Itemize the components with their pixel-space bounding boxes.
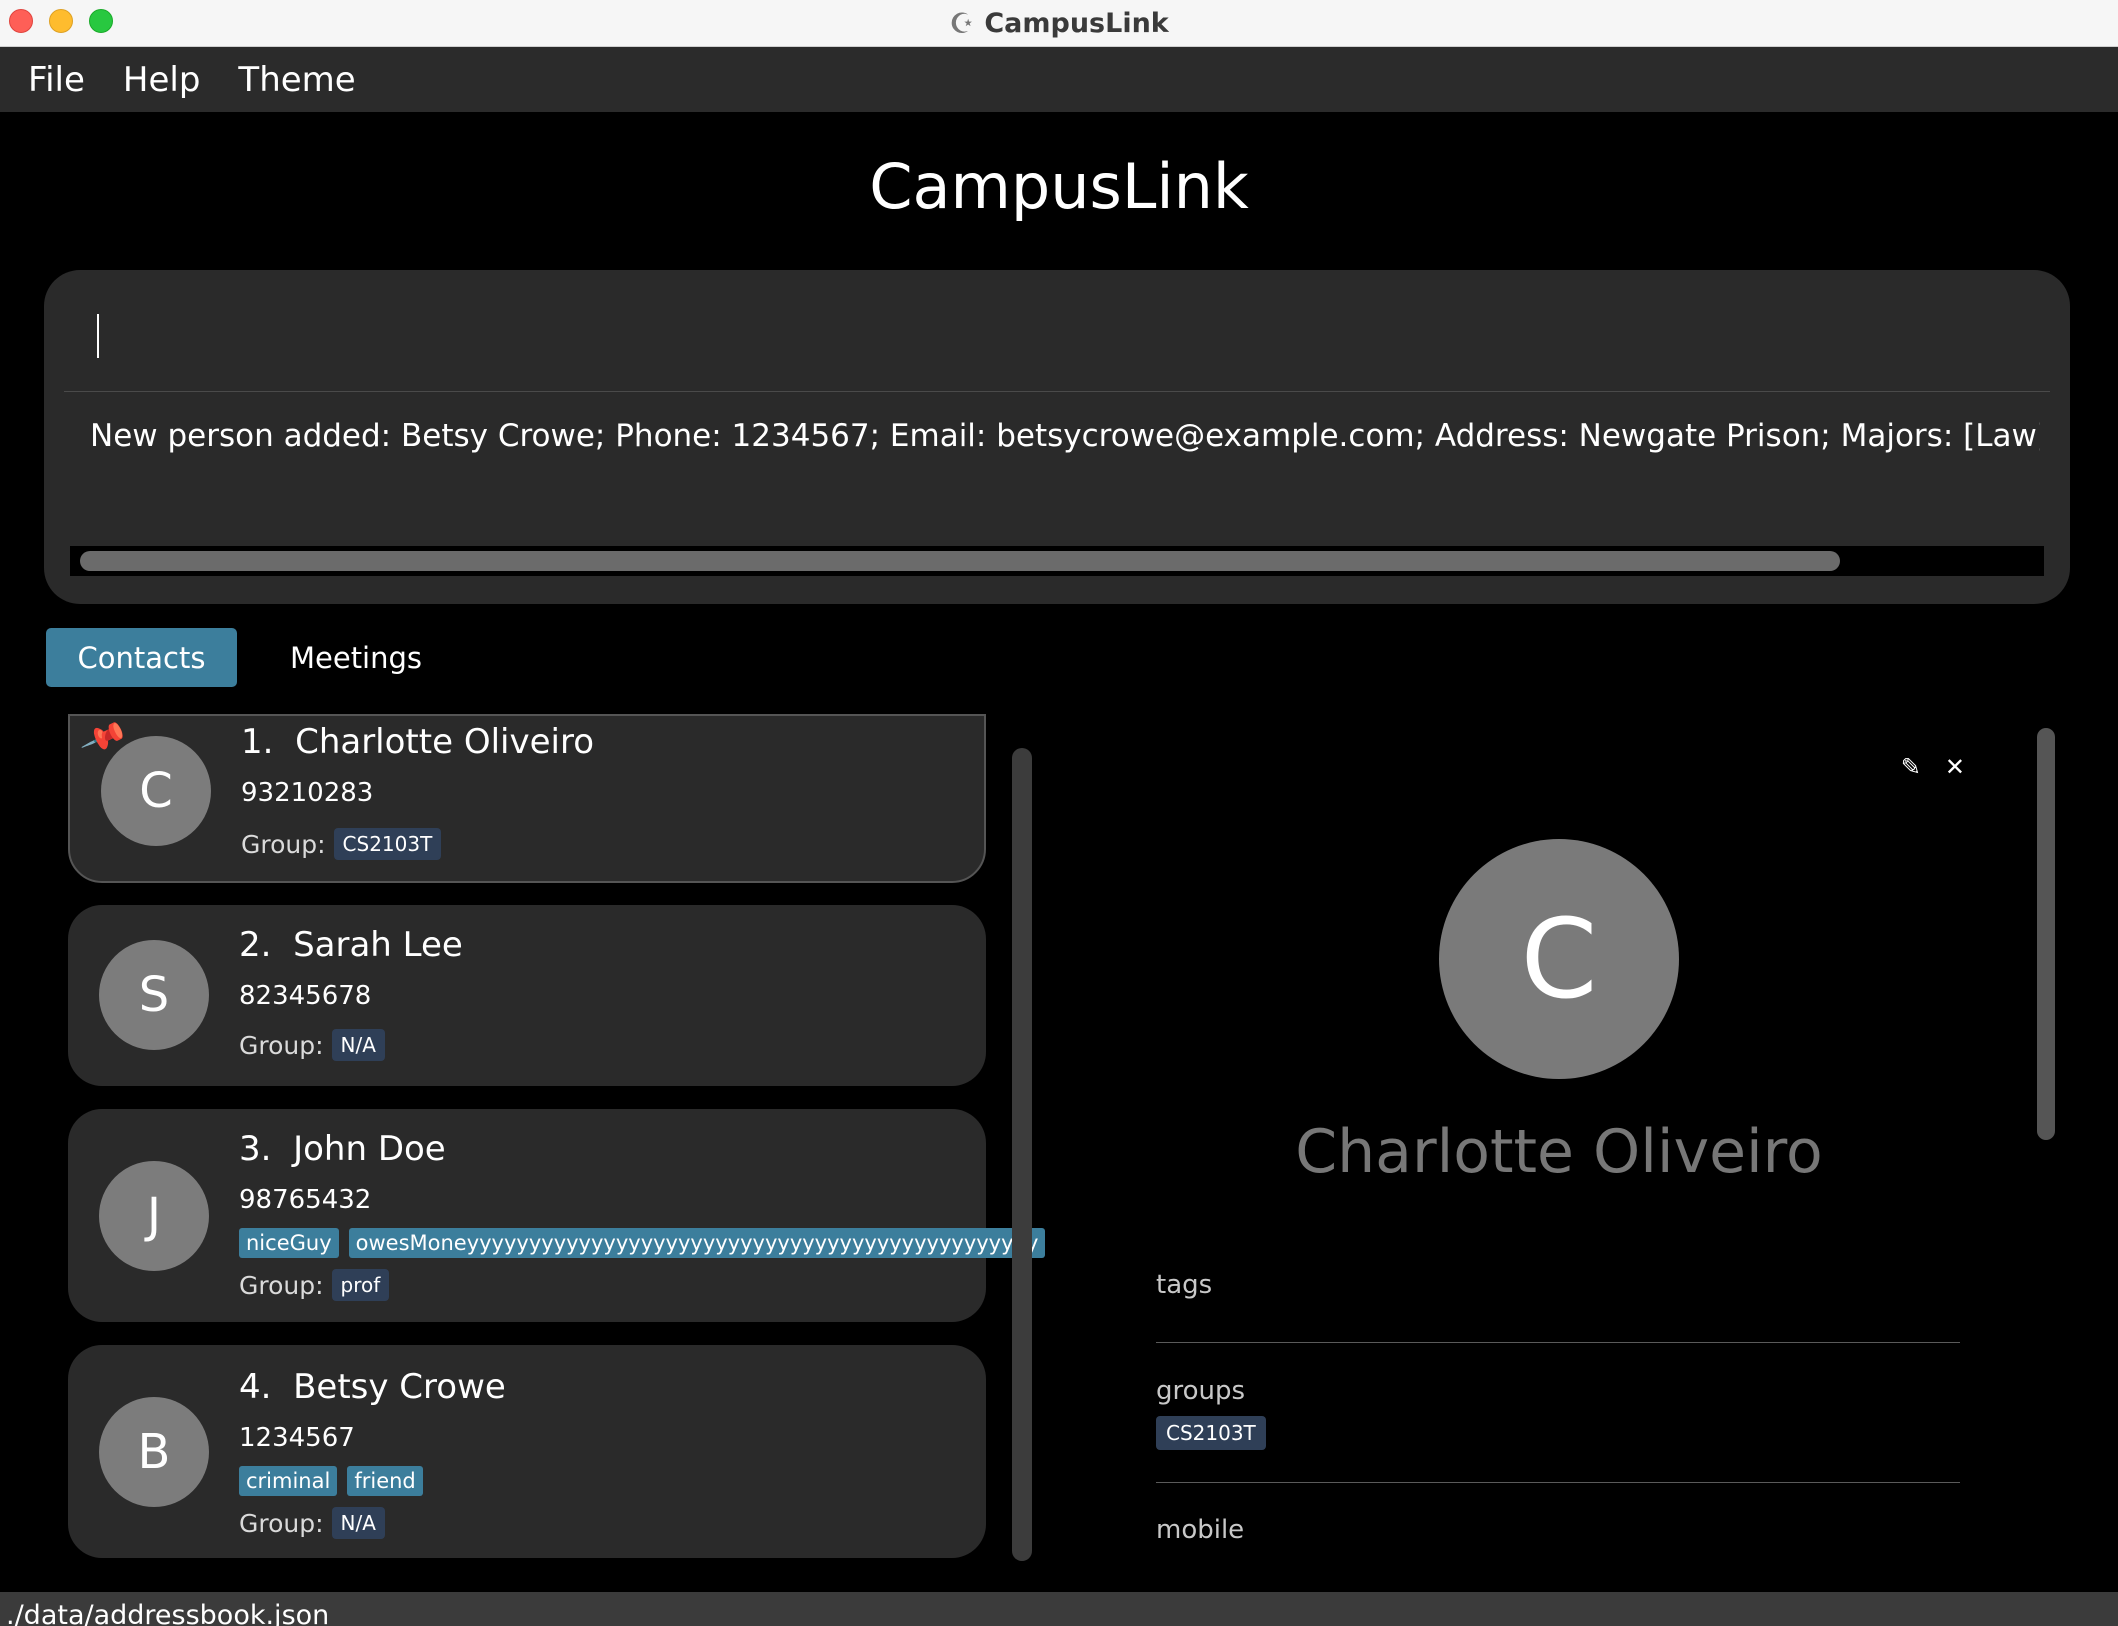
contact-group: Group: N/A <box>239 1507 385 1539</box>
contact-card[interactable]: B 4. Betsy Crowe 1234567 criminal friend… <box>68 1345 986 1558</box>
status-bar: ./data/addressbook.json <box>0 1592 2118 1626</box>
detail-divider <box>1156 1342 1960 1343</box>
contact-detail-panel: ✎ ✕ C Charlotte Oliveiro tags groups CS2… <box>1068 715 2053 1590</box>
contact-tags: niceGuy owesMoneyyyyyyyyyyyyyyyyyyyyyyyy… <box>239 1228 1046 1258</box>
tab-meetings[interactable]: Meetings <box>270 628 442 687</box>
tag-badge: criminal <box>239 1466 338 1496</box>
menu-file[interactable]: File <box>28 60 85 100</box>
detail-name: Charlotte Oliveiro <box>1295 1117 1823 1187</box>
contact-card[interactable]: J 3. John Doe 98765432 niceGuy owesMoney… <box>68 1109 1046 1322</box>
detail-groups-label: groups <box>1156 1376 1246 1406</box>
app-title: CampusLink <box>869 150 1249 223</box>
tag-badge: owesMoneyyyyyyyyyyyyyyyyyyyyyyyyyyyyyyyy… <box>348 1228 1046 1258</box>
detail-actions: ✎ ✕ <box>1901 753 1965 781</box>
contact-group: Group: CS2103T <box>241 828 442 860</box>
contact-name: 3. John Doe <box>239 1129 446 1169</box>
contact-name: 4. Betsy Crowe <box>239 1367 506 1407</box>
result-display: New person added: Betsy Crowe; Phone: 12… <box>90 418 2040 454</box>
command-divider <box>64 391 2050 392</box>
app-icon: ☪ <box>949 7 975 40</box>
result-scrollbar-thumb[interactable] <box>80 551 1840 571</box>
tag-badge: friend <box>347 1466 423 1496</box>
avatar: B <box>99 1397 209 1507</box>
menu-theme[interactable]: Theme <box>238 60 355 100</box>
contact-name: 1. Charlotte Oliveiro <box>241 722 594 762</box>
detail-group-badge: CS2103T <box>1156 1416 1266 1450</box>
contact-list-scrollbar[interactable] <box>1012 748 1032 1561</box>
menu-help[interactable]: Help <box>123 60 201 100</box>
contact-phone: 1234567 <box>239 1423 355 1453</box>
group-badge: N/A <box>331 1507 385 1539</box>
contact-phone: 98765432 <box>239 1185 372 1215</box>
window-title: ☪ CampusLink <box>0 0 2118 47</box>
group-badge: CS2103T <box>333 828 442 860</box>
contact-card[interactable]: S 2. Sarah Lee 82345678 Group: N/A <box>68 905 986 1086</box>
avatar: J <box>99 1161 209 1271</box>
avatar: S <box>99 940 209 1050</box>
contact-tags: criminal friend <box>239 1466 423 1496</box>
detail-mobile-label: mobile <box>1156 1515 1245 1545</box>
contact-group: Group: prof <box>239 1269 390 1301</box>
contact-name: 2. Sarah Lee <box>239 925 463 965</box>
tab-contacts[interactable]: Contacts <box>46 628 237 687</box>
tag-badge: niceGuy <box>239 1228 339 1258</box>
contact-card[interactable]: 📌 C 1. Charlotte Oliveiro 93210283 Group… <box>68 712 986 883</box>
group-badge: prof <box>331 1269 390 1301</box>
detail-divider <box>1156 1482 1960 1483</box>
edit-icon[interactable]: ✎ <box>1901 753 1921 781</box>
window-titlebar: ☪ CampusLink <box>0 0 2118 47</box>
group-badge: N/A <box>331 1029 385 1061</box>
contact-phone: 82345678 <box>239 981 372 1011</box>
detail-tags-label: tags <box>1156 1270 1213 1300</box>
command-input[interactable] <box>97 314 99 358</box>
contact-group: Group: N/A <box>239 1029 385 1061</box>
data-file-path: ./data/addressbook.json <box>6 1600 330 1626</box>
menu-bar: File Help Theme <box>0 47 2118 112</box>
command-panel: New person added: Betsy Crowe; Phone: 12… <box>44 270 2070 604</box>
contact-phone: 93210283 <box>241 778 374 808</box>
close-icon[interactable]: ✕ <box>1945 753 1965 781</box>
result-horizontal-scrollbar[interactable] <box>70 546 2044 576</box>
avatar: C <box>101 736 211 846</box>
detail-avatar: C <box>1439 839 1679 1079</box>
detail-scrollbar[interactable] <box>2037 728 2055 1140</box>
window-title-text: CampusLink <box>984 8 1169 39</box>
